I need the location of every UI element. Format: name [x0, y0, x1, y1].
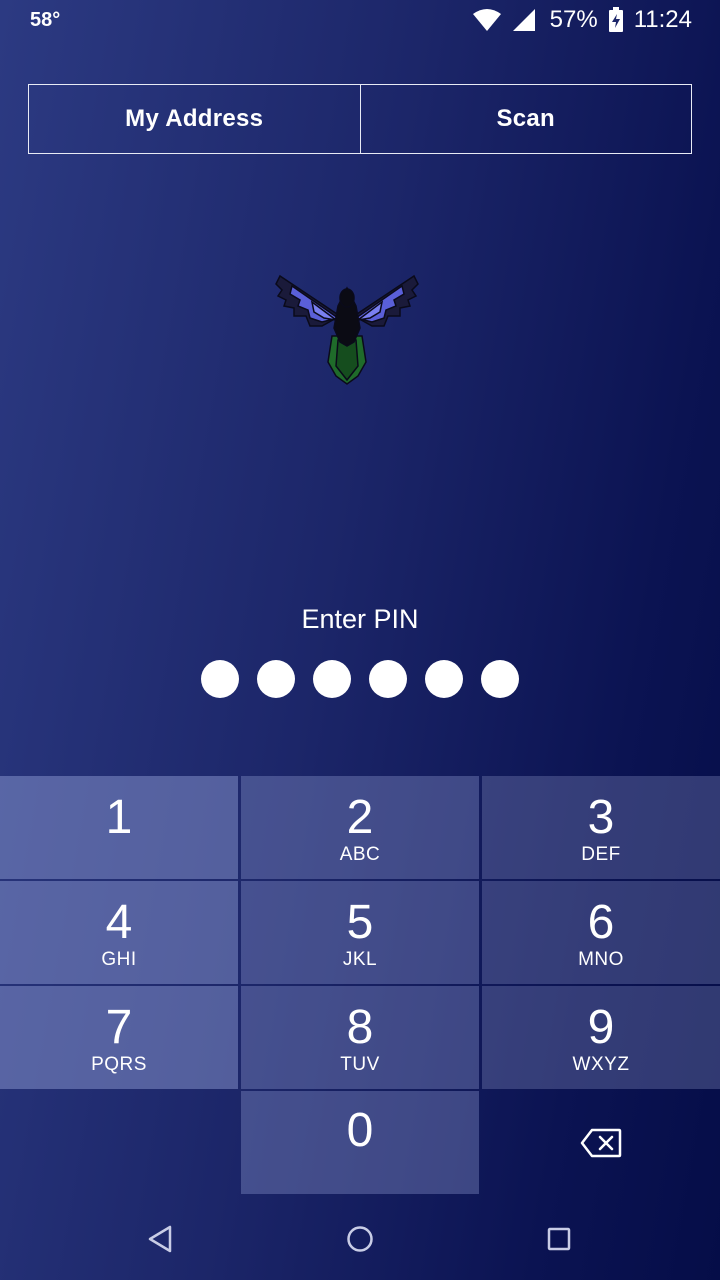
key-digit: 5: [346, 896, 374, 949]
pin-dot: [425, 660, 463, 698]
key-6[interactable]: 6 MNO: [482, 881, 720, 984]
bird-logo-icon: [275, 274, 419, 385]
status-bar: 58° 57% 11:24: [0, 0, 720, 44]
key-9[interactable]: 9 WXYZ: [482, 986, 720, 1089]
key-letters: JKL: [342, 949, 378, 970]
scan-button[interactable]: Scan: [360, 84, 692, 154]
home-circle-icon: [347, 1226, 373, 1252]
battery-percent: 57%: [549, 6, 598, 33]
nav-back-button[interactable]: [143, 1222, 177, 1256]
key-letters: DEF: [581, 844, 621, 865]
key-8[interactable]: 8 TUV: [241, 986, 479, 1089]
signal-icon: [512, 9, 535, 31]
key-letters: TUV: [340, 1054, 380, 1075]
key-digit: 9: [587, 1001, 615, 1054]
back-triangle-icon: [148, 1225, 172, 1253]
backspace-button[interactable]: [482, 1091, 720, 1194]
key-1[interactable]: 1: [0, 776, 238, 879]
my-address-button[interactable]: My Address: [28, 84, 361, 154]
key-digit: 2: [346, 791, 374, 844]
backspace-icon: [580, 1128, 622, 1157]
pin-dot: [257, 660, 295, 698]
key-7[interactable]: 7 PQRS: [0, 986, 238, 1089]
weather-temperature: 58°: [30, 9, 61, 31]
key-0[interactable]: 0: [241, 1091, 479, 1194]
key-digit: 4: [105, 896, 133, 949]
status-icons: 57% 11:24: [472, 6, 692, 34]
key-5[interactable]: 5 JKL: [241, 881, 479, 984]
key-letters: PQRS: [91, 1054, 147, 1075]
key-letters: MNO: [578, 949, 624, 970]
navigation-bar: [0, 1196, 720, 1280]
key-2[interactable]: 2 ABC: [241, 776, 479, 879]
wifi-icon: [472, 9, 501, 31]
pin-keypad: 1 2 ABC 3 DEF 4 GHI 5 JKL 6 MNO 7 PQRS 8…: [0, 776, 720, 1196]
pin-dots: [201, 660, 519, 698]
key-digit: 3: [587, 791, 615, 844]
pin-dot: [481, 660, 519, 698]
key-3[interactable]: 3 DEF: [482, 776, 720, 879]
key-4[interactable]: 4 GHI: [0, 881, 238, 984]
key-letters: ABC: [339, 844, 381, 865]
key-digit: 8: [346, 1001, 374, 1054]
key-digit: 7: [105, 1001, 133, 1054]
key-digit: 0: [346, 1104, 374, 1157]
pin-dot: [201, 660, 239, 698]
nav-home-button[interactable]: [343, 1222, 377, 1256]
key-digit: 1: [105, 791, 133, 844]
clock: 11:24: [633, 6, 692, 33]
battery-charging-icon: [608, 7, 623, 32]
key-letters: WXYZ: [572, 1054, 630, 1075]
enter-pin-label: Enter PIN: [301, 604, 419, 634]
nav-recents-button[interactable]: [542, 1222, 576, 1256]
top-buttons: My Address Scan: [28, 84, 692, 154]
key-letters: GHI: [101, 949, 137, 970]
pin-dot: [313, 660, 351, 698]
key-digit: 6: [587, 896, 615, 949]
pin-dot: [369, 660, 407, 698]
recents-square-icon: [547, 1227, 571, 1251]
